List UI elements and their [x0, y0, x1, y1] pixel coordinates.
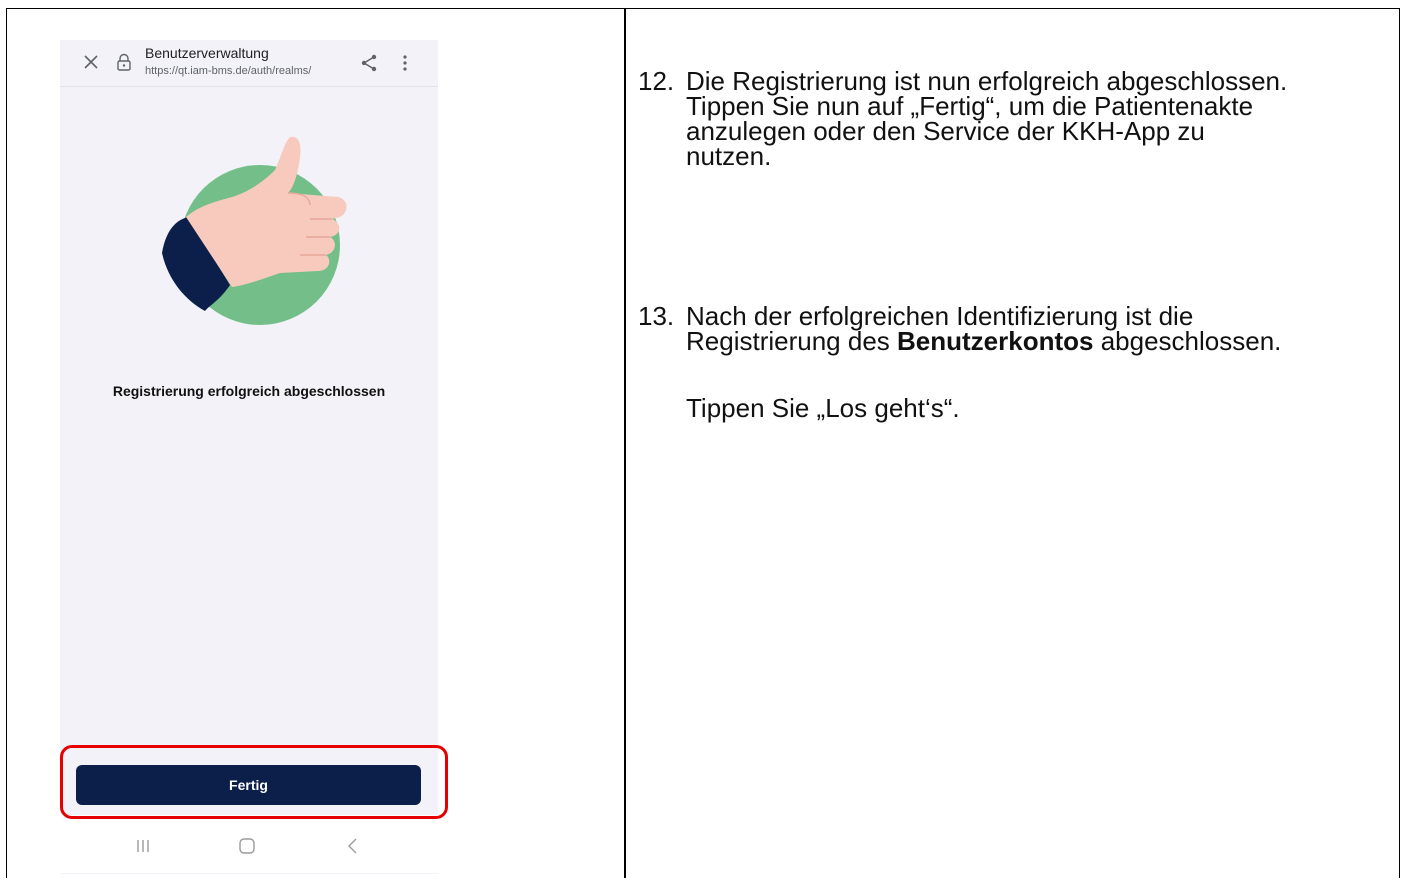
benutzerkontos-bold: Benutzerkontos: [897, 326, 1094, 356]
share-icon[interactable]: [360, 53, 378, 73]
thumbs-up-icon: [162, 136, 347, 325]
close-icon[interactable]: [82, 53, 100, 71]
browser-url: https://qt.iam-bms.de/auth/realms/: [145, 65, 312, 77]
step-line: anzulegen oder den Service der KKH-App z…: [686, 116, 1205, 146]
step-text: Die Registrierung ist nun erfolgreich ab…: [686, 68, 1386, 171]
step-text: Nach der erfolgreichen Identifizierung i…: [686, 303, 1386, 356]
success-message: Registrierung erfolgreich abgeschlossen: [112, 383, 386, 399]
android-nav-bar: [60, 815, 438, 873]
browser-title: Benutzerverwaltung: [145, 45, 269, 61]
lock-icon[interactable]: [116, 53, 132, 71]
step-number: 12.: [638, 66, 675, 96]
step-line-part: Registrierung des: [686, 326, 897, 356]
browser-bar: Benutzerverwaltung https://qt.iam-bms.de…: [60, 40, 438, 87]
back-icon[interactable]: [342, 835, 364, 857]
home-icon[interactable]: [236, 835, 258, 857]
step-line: Registrierung des Benutzerkontos abgesch…: [686, 326, 1386, 356]
more-options-icon[interactable]: [396, 53, 414, 73]
step-line-part: abgeschlossen.: [1093, 326, 1282, 356]
step-13-sub: Tippen Sie „Los geht‘s“.: [686, 393, 960, 423]
fertig-button[interactable]: Fertig: [76, 765, 421, 805]
step-number: 13.: [638, 301, 675, 331]
step-line: nutzen.: [686, 141, 772, 171]
table-divider: [624, 8, 626, 878]
recent-apps-icon[interactable]: [132, 835, 154, 857]
